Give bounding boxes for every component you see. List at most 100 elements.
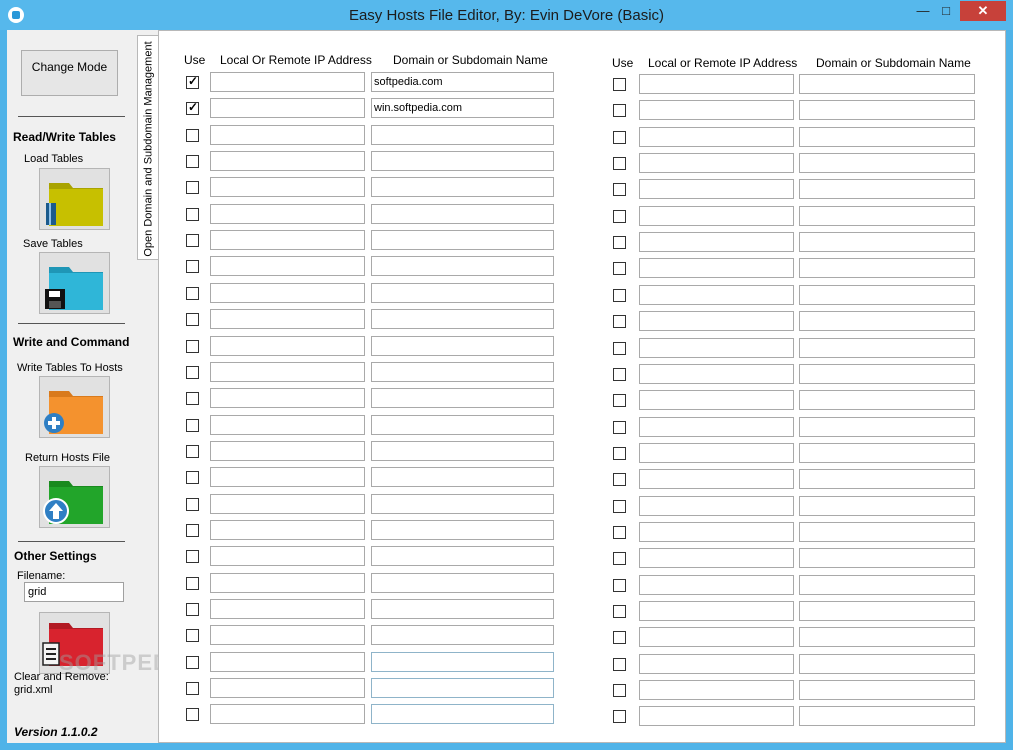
domain-name-field[interactable] bbox=[799, 284, 975, 305]
domain-name-field[interactable] bbox=[799, 100, 975, 121]
domain-name-field[interactable] bbox=[799, 258, 975, 279]
use-checkbox[interactable] bbox=[613, 341, 626, 355]
ip-address-field[interactable] bbox=[639, 548, 794, 569]
ip-address-field[interactable] bbox=[639, 258, 794, 279]
ip-address-field[interactable] bbox=[639, 205, 794, 226]
return-hosts-button[interactable] bbox=[39, 466, 110, 528]
use-checkbox[interactable] bbox=[613, 367, 626, 381]
use-checkbox[interactable] bbox=[613, 183, 626, 197]
domain-name-field[interactable] bbox=[799, 126, 975, 147]
use-checkbox[interactable] bbox=[613, 130, 626, 144]
domain-name-field[interactable] bbox=[799, 363, 975, 384]
domain-name-field[interactable] bbox=[799, 232, 975, 253]
ip-address-field[interactable] bbox=[639, 442, 794, 463]
ip-address-field[interactable] bbox=[639, 126, 794, 147]
domain-name-field[interactable] bbox=[799, 706, 975, 727]
ip-address-field[interactable] bbox=[639, 416, 794, 437]
use-checkbox[interactable] bbox=[613, 499, 626, 513]
use-checkbox[interactable] bbox=[613, 631, 626, 645]
ip-address-field[interactable] bbox=[639, 363, 794, 384]
ip-address-field[interactable] bbox=[639, 179, 794, 200]
use-checkbox[interactable] bbox=[613, 315, 626, 329]
ip-address-field[interactable] bbox=[639, 153, 794, 174]
ip-address-field[interactable] bbox=[639, 706, 794, 727]
domain-name-field[interactable] bbox=[799, 390, 975, 411]
ip-address-field[interactable] bbox=[639, 337, 794, 358]
domain-name-field[interactable] bbox=[799, 574, 975, 595]
ip-address-field[interactable] bbox=[639, 574, 794, 595]
domain-name-field[interactable] bbox=[799, 469, 975, 490]
tab-domain-management-label: Open Domain and Subdomain Management bbox=[142, 41, 155, 257]
use-checkbox[interactable] bbox=[613, 236, 626, 250]
sidebar: Change Mode Read/Write Tables Load Table… bbox=[7, 30, 193, 743]
domain-name-field[interactable] bbox=[799, 205, 975, 226]
use-checkbox[interactable] bbox=[613, 209, 626, 223]
ip-address-field[interactable] bbox=[639, 495, 794, 516]
ip-address-field[interactable] bbox=[639, 284, 794, 305]
domain-name-field[interactable] bbox=[799, 680, 975, 701]
use-checkbox[interactable] bbox=[613, 552, 626, 566]
table-row bbox=[159, 126, 999, 148]
write-tables-button[interactable] bbox=[39, 376, 110, 438]
domain-name-field[interactable] bbox=[799, 627, 975, 648]
use-checkbox[interactable] bbox=[613, 710, 626, 724]
use-checkbox[interactable] bbox=[613, 525, 626, 539]
domain-name-field[interactable] bbox=[799, 153, 975, 174]
ip-address-field[interactable] bbox=[639, 74, 794, 94]
filename-label: Filename: bbox=[17, 570, 66, 582]
use-checkbox[interactable] bbox=[613, 420, 626, 434]
clear-remove-label: Clear and Remove: bbox=[14, 671, 109, 683]
domain-name-field[interactable] bbox=[799, 521, 975, 542]
use-checkbox[interactable] bbox=[613, 605, 626, 618]
ip-address-field[interactable] bbox=[639, 390, 794, 411]
ip-address-field[interactable] bbox=[639, 653, 794, 674]
use-checkbox[interactable] bbox=[613, 78, 626, 91]
load-tables-label: Load Tables bbox=[24, 153, 84, 165]
ip-address-field[interactable] bbox=[639, 100, 794, 121]
change-mode-button[interactable]: Change Mode bbox=[21, 50, 118, 96]
use-checkbox[interactable] bbox=[613, 262, 626, 276]
domain-name-field[interactable] bbox=[799, 311, 975, 332]
use-checkbox[interactable] bbox=[613, 578, 626, 592]
table-row bbox=[159, 706, 999, 727]
use-checkbox[interactable] bbox=[613, 394, 626, 408]
domain-name-field[interactable] bbox=[799, 74, 975, 94]
ip-address-field[interactable] bbox=[639, 521, 794, 542]
tab-domain-management[interactable]: Open Domain and Subdomain Management bbox=[137, 35, 158, 260]
use-checkbox[interactable] bbox=[613, 657, 626, 671]
use-checkbox[interactable] bbox=[613, 157, 626, 171]
table-row bbox=[159, 100, 999, 121]
use-checkbox[interactable] bbox=[613, 684, 626, 698]
write-tables-label: Write Tables To Hosts bbox=[17, 362, 123, 374]
close-button[interactable]: ✕ bbox=[960, 1, 1006, 21]
maximize-button[interactable]: □ bbox=[934, 1, 958, 21]
save-tables-button[interactable] bbox=[39, 252, 110, 314]
ip-address-field[interactable] bbox=[639, 601, 794, 621]
use-checkbox[interactable] bbox=[613, 288, 626, 302]
load-tables-button[interactable] bbox=[39, 168, 110, 230]
ip-address-field[interactable] bbox=[639, 627, 794, 648]
domain-name-field[interactable] bbox=[799, 416, 975, 437]
ip-address-field[interactable] bbox=[639, 232, 794, 253]
minimize-button[interactable]: — bbox=[912, 1, 934, 21]
write-command-title: Write and Command bbox=[13, 335, 130, 349]
domain-name-field[interactable] bbox=[799, 548, 975, 569]
title-bar[interactable]: Easy Hosts File Editor, By: Evin DeVore … bbox=[0, 0, 1013, 30]
divider bbox=[18, 116, 125, 117]
domain-name-field[interactable] bbox=[799, 337, 975, 358]
table-row bbox=[159, 469, 999, 490]
domain-name-field[interactable] bbox=[799, 601, 975, 621]
use-checkbox[interactable] bbox=[613, 104, 626, 118]
domain-name-field[interactable] bbox=[799, 653, 975, 674]
table-row bbox=[159, 258, 999, 279]
use-checkbox[interactable] bbox=[613, 446, 626, 460]
ip-address-field[interactable] bbox=[639, 469, 794, 490]
ip-address-field[interactable] bbox=[639, 680, 794, 701]
use-checkbox[interactable] bbox=[613, 473, 626, 487]
table-row bbox=[159, 574, 999, 596]
domain-name-field[interactable] bbox=[799, 179, 975, 200]
domain-name-field[interactable] bbox=[799, 442, 975, 463]
ip-address-field[interactable] bbox=[639, 311, 794, 332]
filename-input[interactable]: grid bbox=[24, 582, 124, 602]
domain-name-field[interactable] bbox=[799, 495, 975, 516]
